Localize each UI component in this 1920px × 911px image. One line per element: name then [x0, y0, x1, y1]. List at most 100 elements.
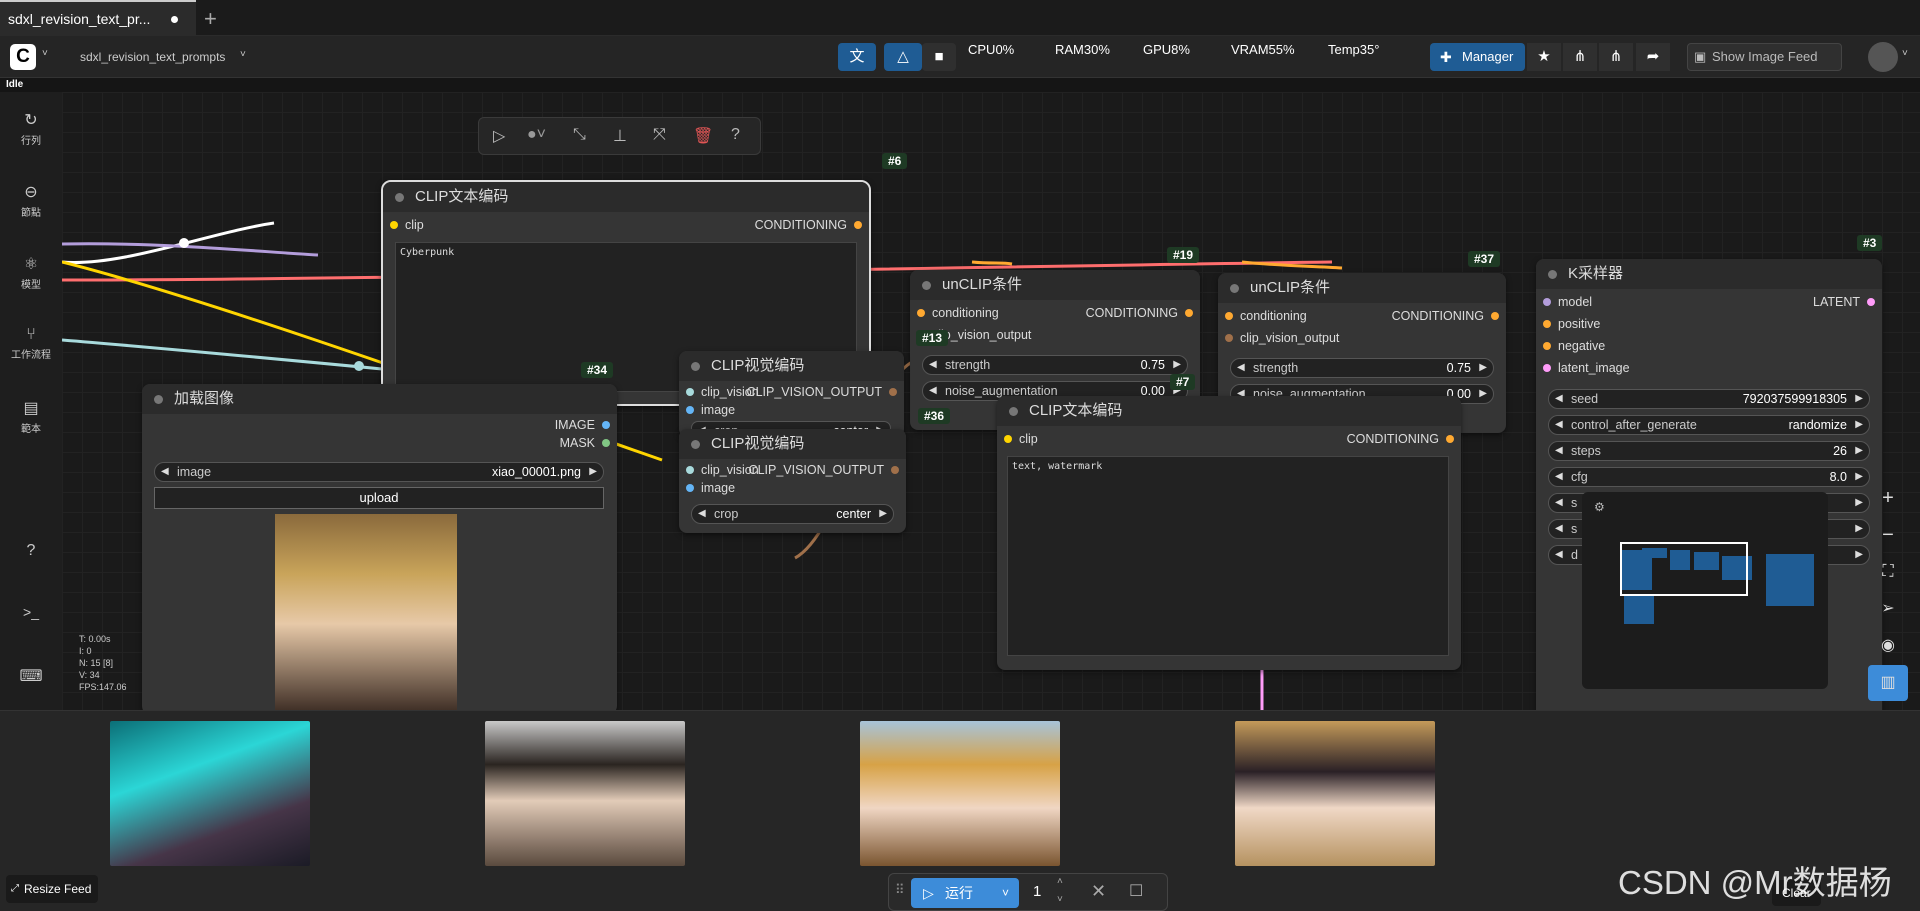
widget-label: crop — [714, 507, 739, 521]
keyboard-icon[interactable]: ⌨ — [0, 666, 62, 686]
input-clip[interactable]: clip — [997, 432, 1038, 446]
sidebar-item-queue[interactable]: ↻ 行列 — [0, 110, 62, 147]
upload-button[interactable]: upload — [154, 487, 604, 509]
control-after-generate-widget[interactable]: control_after_generate randomize — [1548, 415, 1870, 435]
new-tab-button[interactable]: + — [204, 6, 217, 32]
sidebar-item-workflows[interactable]: ⑂ 工作流程 — [0, 326, 62, 361]
output-conditioning[interactable]: CONDITIONING — [1392, 309, 1506, 323]
node-clip-vision-encode-13[interactable]: CLIP视觉编码 clip_vision image CLIP_VISION_O… — [679, 351, 904, 437]
input-conditioning[interactable]: conditioning — [910, 306, 999, 320]
slot-label: LATENT — [1813, 295, 1860, 309]
feed-thumbnail[interactable] — [485, 721, 685, 866]
unload-models-button[interactable]: ⋔ — [1563, 43, 1597, 71]
sidebar-item-templates[interactable]: ▤ 範本 — [0, 398, 62, 435]
sidebar-item-models[interactable]: ⚛ 模型 — [0, 254, 62, 291]
cancel-icon[interactable]: ✕ — [1091, 881, 1106, 902]
output-image[interactable]: IMAGE — [555, 418, 617, 432]
minimap[interactable]: ⚙ — [1582, 492, 1828, 689]
resize-feed-button[interactable]: ⤢ Resize Feed — [6, 875, 98, 903]
input-latent-image[interactable]: latent_image — [1536, 361, 1630, 375]
zoom-out-icon[interactable]: − — [1868, 517, 1908, 553]
image-preview — [275, 514, 457, 710]
run-node-icon[interactable]: ▷ — [493, 126, 505, 146]
widget-value: 8.0 — [1829, 470, 1847, 484]
node-id-badge: #7 — [1170, 374, 1196, 390]
feed-thumbnail[interactable] — [1235, 721, 1435, 866]
workflow-name[interactable]: sdxl_revision_text_prompts — [80, 50, 225, 64]
stop-icon[interactable]: ☐ — [1129, 881, 1143, 901]
input-positive[interactable]: positive — [1536, 317, 1600, 331]
pin-icon[interactable]: ⊥ — [613, 126, 627, 146]
sidebar-item-nodes[interactable]: ⊖ 節點 — [0, 182, 62, 219]
node-load-image-34[interactable]: 加载图像 IMAGE MASK image xiao_00001.png uplo… — [142, 384, 617, 710]
comfy-logo-icon[interactable]: C — [10, 44, 36, 70]
terminal-icon[interactable]: >_ — [0, 604, 62, 620]
help-icon[interactable]: ? — [0, 542, 62, 560]
minimap-settings-icon[interactable]: ⚙ — [1594, 500, 1605, 514]
toggle-links-icon[interactable]: ◉ — [1868, 628, 1908, 664]
workflow-tab[interactable]: sdxl_revision_text_pr... — [0, 0, 196, 36]
fit-view-icon[interactable]: ⛶ — [1868, 554, 1908, 590]
share-button[interactable]: ➦ — [1636, 43, 1670, 71]
vram-stat: VRAM55% — [1231, 42, 1295, 57]
input-model[interactable]: model — [1536, 295, 1592, 309]
input-image[interactable]: image — [679, 481, 735, 495]
output-clip-vision-output[interactable]: CLIP_VISION_OUTPUT — [749, 463, 906, 477]
free-memory-button[interactable]: ⋔ — [1599, 43, 1633, 71]
node-clip-text-encode-7[interactable]: CLIP文本编码 clip CONDITIONING text, waterma… — [997, 396, 1461, 670]
translate-button[interactable]: 文 — [838, 43, 876, 71]
node-clip-vision-encode-36[interactable]: CLIP视觉编码 clip_vision image CLIP_VISION_O… — [679, 429, 906, 533]
output-conditioning[interactable]: CONDITIONING — [1347, 432, 1461, 446]
select-mode-icon[interactable]: ➢ — [1868, 591, 1908, 627]
input-clip-vision[interactable]: clip_vision — [679, 463, 759, 477]
cfg-widget[interactable]: cfg 8.0 — [1548, 467, 1870, 487]
count-down-icon[interactable]: ˅ — [1057, 894, 1063, 905]
slot-label: CONDITIONING — [1346, 432, 1439, 446]
watermark: CSDN @Mr数据杨 — [1618, 864, 1892, 901]
star-button[interactable]: ★ — [1527, 43, 1561, 71]
count-up-icon[interactable]: ˄ — [1057, 876, 1063, 887]
output-latent[interactable]: LATENT — [1813, 295, 1882, 309]
input-conditioning[interactable]: conditioning — [1218, 309, 1307, 323]
crop-widget[interactable]: crop center — [691, 504, 894, 524]
user-avatar[interactable] — [1868, 42, 1898, 72]
color-picker-icon[interactable]: ●˅ — [527, 126, 546, 144]
stat-i: I: 0 — [79, 646, 92, 656]
minimap-toggle-icon[interactable]: ▥ — [1868, 665, 1908, 701]
node-id-badge: #37 — [1468, 251, 1501, 267]
strength-widget[interactable]: strength 0.75 — [1230, 358, 1494, 378]
collapse-icon[interactable]: ⤧ — [653, 126, 666, 144]
run-button[interactable]: ▷ 运行 ˅ — [911, 878, 1019, 908]
feed-thumbnail[interactable] — [860, 721, 1060, 866]
output-conditioning[interactable]: CONDITIONING — [1086, 306, 1200, 320]
output-clip-vision-output[interactable]: CLIP_VISION_OUTPUT — [747, 385, 904, 399]
prompt-textarea[interactable]: text, watermark — [1007, 456, 1449, 656]
strength-widget[interactable]: strength 0.75 — [922, 355, 1188, 375]
run-dropdown-chevron-icon[interactable]: ˅ — [1002, 878, 1009, 908]
workflow-chevron-icon[interactable]: ˅ — [240, 49, 246, 60]
manager-button[interactable]: ✚ Manager — [1430, 43, 1525, 71]
image-select-widget[interactable]: image xiao_00001.png — [154, 462, 604, 482]
input-image[interactable]: image — [679, 403, 735, 417]
bookmark-button[interactable]: ■ — [922, 43, 956, 71]
help-icon[interactable]: ? — [731, 126, 740, 144]
steps-widget[interactable]: steps 26 — [1548, 441, 1870, 461]
input-negative[interactable]: negative — [1536, 339, 1605, 353]
sidebar: ↻ 行列 ⊖ 節點 ⚛ 模型 ⑂ 工作流程 ▤ 範本 ? >_ ⌨ — [0, 92, 62, 710]
batch-count-input[interactable]: 1 — [1033, 883, 1041, 900]
output-mask[interactable]: MASK — [560, 436, 617, 450]
input-clip[interactable]: clip — [383, 218, 424, 232]
mask-editor-button[interactable]: △ — [884, 43, 922, 71]
delete-icon[interactable]: 🗑 — [693, 126, 713, 146]
input-clip-vision-output[interactable]: clip_vision_output — [1218, 331, 1339, 345]
user-menu-chevron-icon[interactable]: ˅ — [1902, 48, 1908, 59]
zoom-in-icon[interactable]: + — [1868, 480, 1908, 516]
drag-handle-icon[interactable]: ⠿ — [895, 882, 905, 898]
logo-menu-chevron-icon[interactable]: ˅ — [42, 48, 48, 59]
show-image-feed-button[interactable]: ▣ Show Image Feed — [1687, 43, 1842, 71]
bypass-icon[interactable]: ⤡ — [573, 126, 586, 144]
seed-widget[interactable]: seed 792037599918305 — [1548, 389, 1870, 409]
minimap-viewport[interactable] — [1620, 542, 1748, 596]
output-conditioning[interactable]: CONDITIONING — [755, 218, 869, 232]
feed-thumbnail[interactable] — [110, 721, 310, 866]
